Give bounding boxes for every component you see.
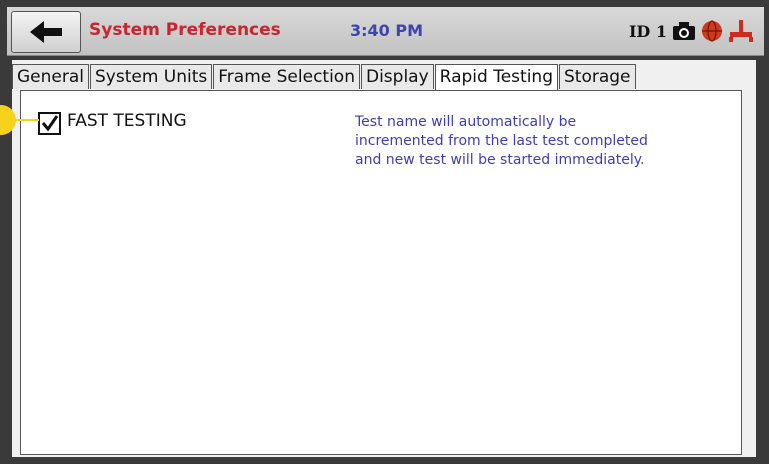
tab-rapid-testing[interactable]: Rapid Testing	[434, 64, 558, 91]
preferences-content: General System Units Frame Selection Dis…	[12, 60, 756, 457]
header-bar: System Preferences 3:40 PM ID 1	[7, 7, 764, 56]
rapid-testing-panel: FAST TESTING Test name will automaticall…	[20, 90, 742, 455]
tab-system-units[interactable]: System Units	[90, 64, 213, 89]
status-icons: ID 1	[629, 18, 754, 44]
back-arrow-icon	[30, 21, 62, 43]
page-title: System Preferences	[89, 20, 281, 40]
camera-icon[interactable]	[672, 21, 696, 41]
checkmark-icon	[41, 115, 59, 132]
callout-leader-line	[14, 119, 39, 121]
tab-bar: General System Units Frame Selection Dis…	[12, 64, 637, 91]
app-frame: System Preferences 3:40 PM ID 1 General …	[0, 0, 769, 464]
back-button[interactable]	[11, 11, 81, 53]
globe-icon[interactable]	[701, 20, 723, 42]
tab-storage[interactable]: Storage	[559, 64, 636, 89]
clock-time: 3:40 PM	[350, 21, 424, 40]
device-id: ID 1	[628, 21, 667, 41]
usb-icon[interactable]	[728, 19, 754, 43]
fast-testing-checkbox[interactable]	[38, 112, 61, 135]
tab-frame-selection[interactable]: Frame Selection	[213, 64, 360, 89]
tab-general[interactable]: General	[12, 64, 89, 89]
fast-testing-description: Test name will automatically be incremen…	[355, 114, 648, 168]
fast-testing-label: FAST TESTING	[67, 111, 187, 131]
tab-display[interactable]: Display	[360, 64, 434, 89]
